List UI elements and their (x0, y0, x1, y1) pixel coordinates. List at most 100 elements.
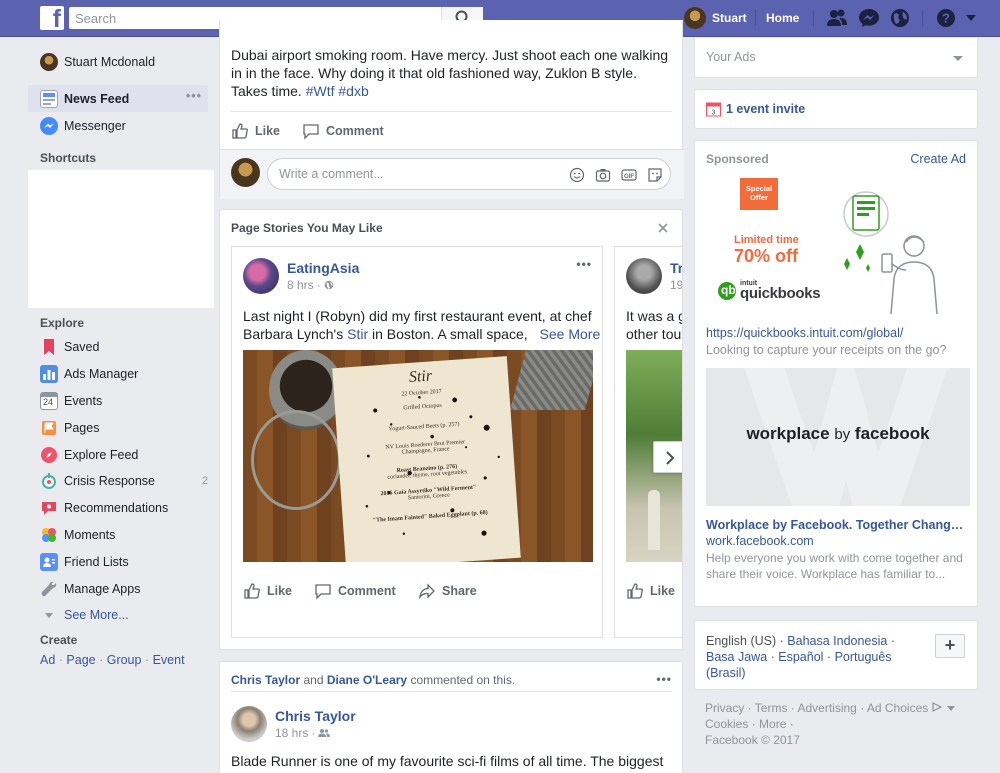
home-link[interactable]: Home (766, 11, 799, 25)
create-ad-link[interactable]: Ad (40, 653, 55, 667)
hashtag-links[interactable]: #Wtf #dxb (306, 83, 369, 99)
sidebar-item-label: Friend Lists (64, 554, 129, 569)
footer-link[interactable]: More (759, 717, 786, 731)
create-event-link[interactable]: Event (153, 653, 185, 667)
help-icon[interactable]: ? (935, 8, 957, 28)
page-avatar[interactable] (243, 258, 279, 294)
more-options-icon[interactable]: ••• (576, 257, 592, 271)
more-options-icon[interactable]: ••• (186, 89, 202, 103)
header-text: commented on this. (410, 673, 516, 687)
sidebar-item-news-feed[interactable]: News Feed ••• (28, 85, 208, 112)
calendar-icon: 3 (706, 102, 721, 117)
post-time[interactable]: 18 hrs (275, 726, 308, 740)
friend-name-link[interactable]: Chris Taylor (231, 673, 300, 687)
page-name[interactable]: Tr (670, 260, 682, 276)
section-title: Page Stories You May Like (231, 221, 383, 235)
flag-icon (40, 419, 58, 437)
create-page-link[interactable]: Page (66, 653, 95, 667)
thumbs-up-icon (232, 123, 248, 139)
quickbooks-ad-image[interactable]: Special Offer Limited time 70% off qb in… (706, 176, 970, 314)
story-text: Last night I (Robyn) did my first restau… (243, 307, 603, 343)
profile-link[interactable]: Stuart (684, 7, 747, 29)
footer-link[interactable]: Privacy (705, 701, 744, 715)
sidebar-item-label: Moments (64, 527, 116, 542)
ad-title[interactable]: Workplace by Facebook. Together Change..… (706, 518, 968, 532)
sidebar-item-pages[interactable]: Pages (28, 414, 214, 441)
facebook-logo-icon[interactable]: f (40, 6, 64, 30)
footer-link[interactable]: Ad Choices (867, 701, 928, 715)
sidebar-item-ads-manager[interactable]: Ads Manager (28, 360, 214, 387)
more-options-icon[interactable]: ••• (656, 672, 672, 686)
create-ad-link[interactable]: Create Ad (910, 152, 966, 166)
see-more-link[interactable]: See More... (28, 601, 214, 628)
comment-button[interactable]: Comment (314, 582, 396, 600)
see-more-link[interactable]: See More (540, 326, 601, 342)
sidebar-item-events[interactable]: 24 Events (28, 387, 214, 414)
comment-button[interactable]: Comment (302, 122, 384, 140)
sticker-icon[interactable] (647, 167, 663, 183)
sidebar-item-manage-apps[interactable]: Manage Apps (28, 575, 214, 602)
like-button[interactable]: Like (231, 122, 280, 140)
ad-url[interactable]: https://quickbooks.intuit.com/global/ (706, 326, 903, 340)
like-button[interactable]: Like (243, 582, 292, 600)
event-invite-card[interactable]: 3 1 event invite (694, 89, 978, 129)
bar-chart-icon (40, 364, 58, 383)
notifications-globe-icon[interactable] (889, 8, 911, 28)
ad-domain[interactable]: work.facebook.com (706, 534, 814, 548)
friend-requests-icon[interactable] (826, 8, 848, 28)
carousel-next-button[interactable] (653, 441, 682, 473)
footer-link[interactable]: Advertising (797, 701, 856, 715)
ad-choices-icon[interactable] (931, 702, 944, 712)
emoji-icon[interactable] (569, 167, 585, 183)
share-button[interactable]: Share (418, 582, 477, 600)
gif-icon[interactable]: GIF (621, 167, 637, 183)
like-button[interactable]: Like (626, 582, 675, 600)
sidebar-item-friend-lists[interactable]: Friend Lists (28, 548, 214, 575)
story-text-line: Barbara Lynch's Stir in Boston. A small … (243, 325, 603, 343)
event-invite-link: 1 event invite (726, 102, 806, 116)
close-icon[interactable] (658, 223, 668, 233)
create-group-link[interactable]: Group (107, 653, 142, 667)
sidebar-item-messenger[interactable]: Messenger (28, 112, 214, 139)
sidebar-item-profile[interactable]: Stuart Mcdonald (28, 48, 214, 75)
sidebar-item-explore-feed[interactable]: Explore Feed (28, 441, 214, 468)
camera-icon[interactable] (595, 167, 611, 183)
divider (231, 111, 672, 112)
post-time[interactable]: 8 hrs (287, 278, 314, 292)
chevron-down-icon[interactable] (946, 706, 955, 712)
workplace-ad-image[interactable]: workplace by facebook (706, 368, 970, 506)
sidebar-item-label: Stuart Mcdonald (64, 54, 156, 69)
post-text: Dubai airport smoking room. Have mercy. … (231, 46, 676, 100)
footer-link[interactable]: Cookies (705, 717, 748, 731)
sidebar-item-label: Saved (64, 339, 100, 354)
receipt-illustration-image (843, 191, 938, 314)
account-menu-icon[interactable] (966, 14, 976, 22)
story-photo[interactable]: Stir 22 October 2017 Grilled Octopus Yog… (243, 350, 593, 562)
your-ads-dropdown[interactable]: Your Ads (694, 38, 978, 78)
story-text-line: other tour (626, 326, 683, 342)
divider (922, 10, 923, 26)
sidebar-item-moments[interactable]: Moments (28, 521, 214, 548)
menu-card: Stir 22 October 2017 Grilled Octopus Yog… (332, 356, 521, 562)
post-time[interactable]: 19 (670, 278, 682, 292)
footer-link[interactable]: Terms (755, 701, 788, 715)
stir-link[interactable]: Stir (347, 326, 368, 342)
svg-text:?: ? (942, 11, 950, 26)
comment-input[interactable]: Write a comment... GIF (267, 158, 671, 190)
friend-name-link[interactable]: Diane O'Leary (327, 673, 407, 687)
language-link[interactable]: Español (778, 650, 823, 664)
sidebar-item-recommendations[interactable]: Recommendations (28, 494, 214, 521)
author-name[interactable]: Chris Taylor (275, 708, 356, 724)
messenger-icon[interactable] (858, 8, 880, 28)
language-link[interactable]: Bahasa Indonesia (787, 634, 887, 648)
story-text-line: It was a g (626, 308, 683, 324)
page-avatar[interactable] (626, 258, 662, 294)
sidebar-item-label: Messenger (64, 118, 126, 133)
sidebar-item-saved[interactable]: Saved (28, 333, 214, 360)
page-name[interactable]: EatingAsia (287, 260, 359, 276)
story-text-line: Last night I (Robyn) did my first restau… (243, 308, 592, 324)
sidebar-item-crisis-response[interactable]: Crisis Response 2 (28, 467, 214, 494)
add-language-button[interactable]: + (935, 634, 965, 658)
language-link[interactable]: Basa Jawa (706, 650, 767, 664)
avatar[interactable] (231, 706, 267, 742)
